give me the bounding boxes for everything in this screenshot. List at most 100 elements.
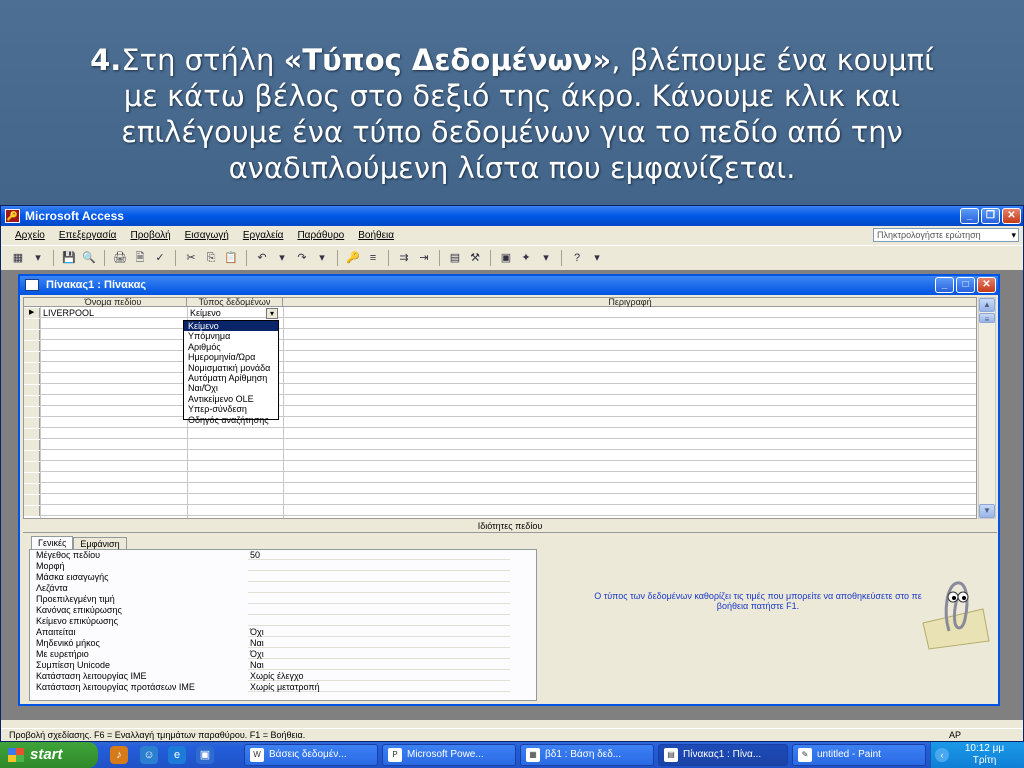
- task-button[interactable]: W Βάσεις δεδομέν...: [244, 744, 378, 766]
- save-icon[interactable]: 💾: [60, 249, 78, 267]
- data-type-dropdown-button[interactable]: ▾: [266, 308, 278, 319]
- dropdown-option[interactable]: Αριθμός: [184, 342, 278, 352]
- scroll-down-icon[interactable]: ▼: [979, 504, 995, 518]
- property-value[interactable]: Χωρίς μετατροπή: [248, 682, 510, 692]
- menu-edit[interactable]: Επεξεργασία: [59, 227, 117, 245]
- menu-file[interactable]: Αρχείο: [15, 227, 45, 245]
- chevron-down-icon[interactable]: ▾: [537, 249, 555, 267]
- copy-icon[interactable]: ⎘: [202, 249, 220, 267]
- chevron-down-icon[interactable]: ▾: [588, 249, 606, 267]
- property-value[interactable]: Ναι: [248, 660, 510, 670]
- property-row[interactable]: Κατάσταση λειτουργίας IME Χωρίς έλεγχο: [36, 671, 512, 682]
- task-button[interactable]: ▦ βδ1 : Βάση δεδ...: [520, 744, 654, 766]
- property-row[interactable]: Απαιτείται Όχι: [36, 627, 512, 638]
- property-value[interactable]: 50: [248, 550, 510, 560]
- task-button[interactable]: P Microsoft Powe...: [382, 744, 516, 766]
- data-type-cell[interactable]: Κείμενο: [190, 308, 221, 318]
- dropdown-option[interactable]: Αντικείμενο OLE: [184, 394, 278, 404]
- chevron-left-icon[interactable]: ‹: [935, 748, 949, 762]
- start-button[interactable]: start: [0, 742, 98, 768]
- database-window-icon[interactable]: ▣: [497, 249, 515, 267]
- maximize-button[interactable]: □: [956, 277, 975, 293]
- minimize-button[interactable]: _: [960, 208, 979, 224]
- row-selector[interactable]: ▶: [24, 308, 40, 318]
- field-name-cell[interactable]: LIVERPOOL: [43, 308, 94, 318]
- minimize-button[interactable]: _: [935, 277, 954, 293]
- property-row[interactable]: Προεπιλεγμένη τιμή: [36, 594, 512, 605]
- dropdown-option[interactable]: Ναι/Όχι: [184, 383, 278, 393]
- task-button[interactable]: ✎ untitled - Paint: [792, 744, 926, 766]
- dropdown-option[interactable]: Οδηγός αναζήτησης: [184, 415, 278, 425]
- indexes-icon[interactable]: ≡: [364, 249, 382, 267]
- property-value[interactable]: [248, 561, 510, 571]
- table-window-titlebar[interactable]: Πίνακας1 : Πίνακας _ □ ✕: [20, 276, 998, 295]
- scroll-thumb[interactable]: ≡: [979, 313, 995, 324]
- property-value[interactable]: [248, 572, 510, 582]
- undo-icon[interactable]: ↶: [253, 249, 271, 267]
- help-icon[interactable]: ?: [568, 249, 586, 267]
- redo-icon[interactable]: ↷: [293, 249, 311, 267]
- property-value[interactable]: Όχι: [248, 649, 510, 659]
- quicklaunch-media-icon[interactable]: ♪: [110, 746, 128, 764]
- close-button[interactable]: ✕: [1002, 208, 1021, 224]
- property-row[interactable]: Μορφή: [36, 561, 512, 572]
- ask-question-input[interactable]: Πληκτρολογήστε ερώτηση: [873, 228, 1019, 242]
- spelling-icon[interactable]: ✓: [151, 249, 169, 267]
- access-key-icon[interactable]: 🔑: [5, 209, 20, 223]
- property-row[interactable]: Με ευρετήριο Όχι: [36, 649, 512, 660]
- restore-button[interactable]: ❐: [981, 208, 1000, 224]
- close-button[interactable]: ✕: [977, 277, 996, 293]
- property-row[interactable]: Λεζάντα: [36, 583, 512, 594]
- menu-view[interactable]: Προβολή: [130, 227, 170, 245]
- property-value[interactable]: Ναι: [248, 638, 510, 648]
- office-assistant-clippy-icon[interactable]: [913, 571, 993, 651]
- property-value[interactable]: Χωρίς έλεγχο: [248, 671, 510, 681]
- search-icon[interactable]: 🔍: [80, 249, 98, 267]
- property-value[interactable]: [248, 594, 510, 604]
- quicklaunch-ie-icon[interactable]: e: [168, 746, 186, 764]
- dropdown-option[interactable]: Νομισματική μονάδα: [184, 363, 278, 373]
- build-icon[interactable]: ⚒: [466, 249, 484, 267]
- property-row[interactable]: Συμπίεση Unicode Ναι: [36, 660, 512, 671]
- property-row[interactable]: Κανόνας επικύρωσης: [36, 605, 512, 616]
- primary-key-icon[interactable]: 🔑: [344, 249, 362, 267]
- task-button-active[interactable]: ▤ Πίνακας1 : Πίνα...: [658, 744, 788, 766]
- menu-window[interactable]: Παράθυρο: [297, 227, 344, 245]
- scroll-up-icon[interactable]: ▲: [979, 298, 995, 312]
- property-value[interactable]: Όχι: [248, 627, 510, 637]
- dropdown-option[interactable]: Κείμενο: [184, 321, 278, 332]
- properties-icon[interactable]: ▤: [446, 249, 464, 267]
- paste-icon[interactable]: 📋: [222, 249, 240, 267]
- view-icon[interactable]: ▦: [9, 249, 27, 267]
- chevron-down-icon[interactable]: ▾: [273, 249, 291, 267]
- dropdown-option[interactable]: Αυτόματη Αρίθμηση: [184, 373, 278, 383]
- tab-general[interactable]: Γενικές: [31, 536, 74, 550]
- property-row[interactable]: Κατάσταση λειτουργίας προτάσεων IME Χωρίς…: [36, 682, 512, 693]
- data-type-dropdown-list[interactable]: Κείμενο Υπόμνημα Αριθμός Ημερομηνία/Ώρα …: [183, 320, 279, 425]
- menu-tools[interactable]: Εργαλεία: [243, 227, 284, 245]
- dropdown-option[interactable]: Υπόμνημα: [184, 331, 278, 341]
- new-object-icon[interactable]: ✦: [517, 249, 535, 267]
- property-row[interactable]: Κείμενο επικύρωσης: [36, 616, 512, 627]
- menu-help[interactable]: Βοήθεια: [358, 227, 394, 245]
- cut-icon[interactable]: ✂: [182, 249, 200, 267]
- property-value[interactable]: [248, 616, 510, 626]
- dropdown-option[interactable]: Υπερ-σύνδεση: [184, 404, 278, 414]
- print-icon[interactable]: 🖨: [111, 249, 129, 267]
- delete-rows-icon[interactable]: ⇥: [415, 249, 433, 267]
- print-preview-icon[interactable]: 🗎: [131, 249, 149, 267]
- chevron-down-icon[interactable]: ▾: [29, 249, 47, 267]
- property-row[interactable]: Μηδενικό μήκος Ναι: [36, 638, 512, 649]
- quicklaunch-desktop-icon[interactable]: ▣: [196, 746, 214, 764]
- insert-rows-icon[interactable]: ⇉: [395, 249, 413, 267]
- property-value[interactable]: [248, 583, 510, 593]
- quicklaunch-messenger-icon[interactable]: ☺: [140, 746, 158, 764]
- chevron-down-icon[interactable]: ▾: [313, 249, 331, 267]
- table-row[interactable]: ▶ LIVERPOOL Κείμενο: [24, 308, 976, 318]
- property-row[interactable]: Μέγεθος πεδίου 50: [36, 550, 512, 561]
- vertical-scrollbar[interactable]: ▲ ≡ ▼: [978, 297, 996, 519]
- clock-time[interactable]: 10:12 μμ: [945, 743, 1024, 755]
- app-titlebar[interactable]: 🔑 Microsoft Access _ ❐ ✕: [1, 206, 1023, 226]
- property-row[interactable]: Μάσκα εισαγωγής: [36, 572, 512, 583]
- property-value[interactable]: [248, 605, 510, 615]
